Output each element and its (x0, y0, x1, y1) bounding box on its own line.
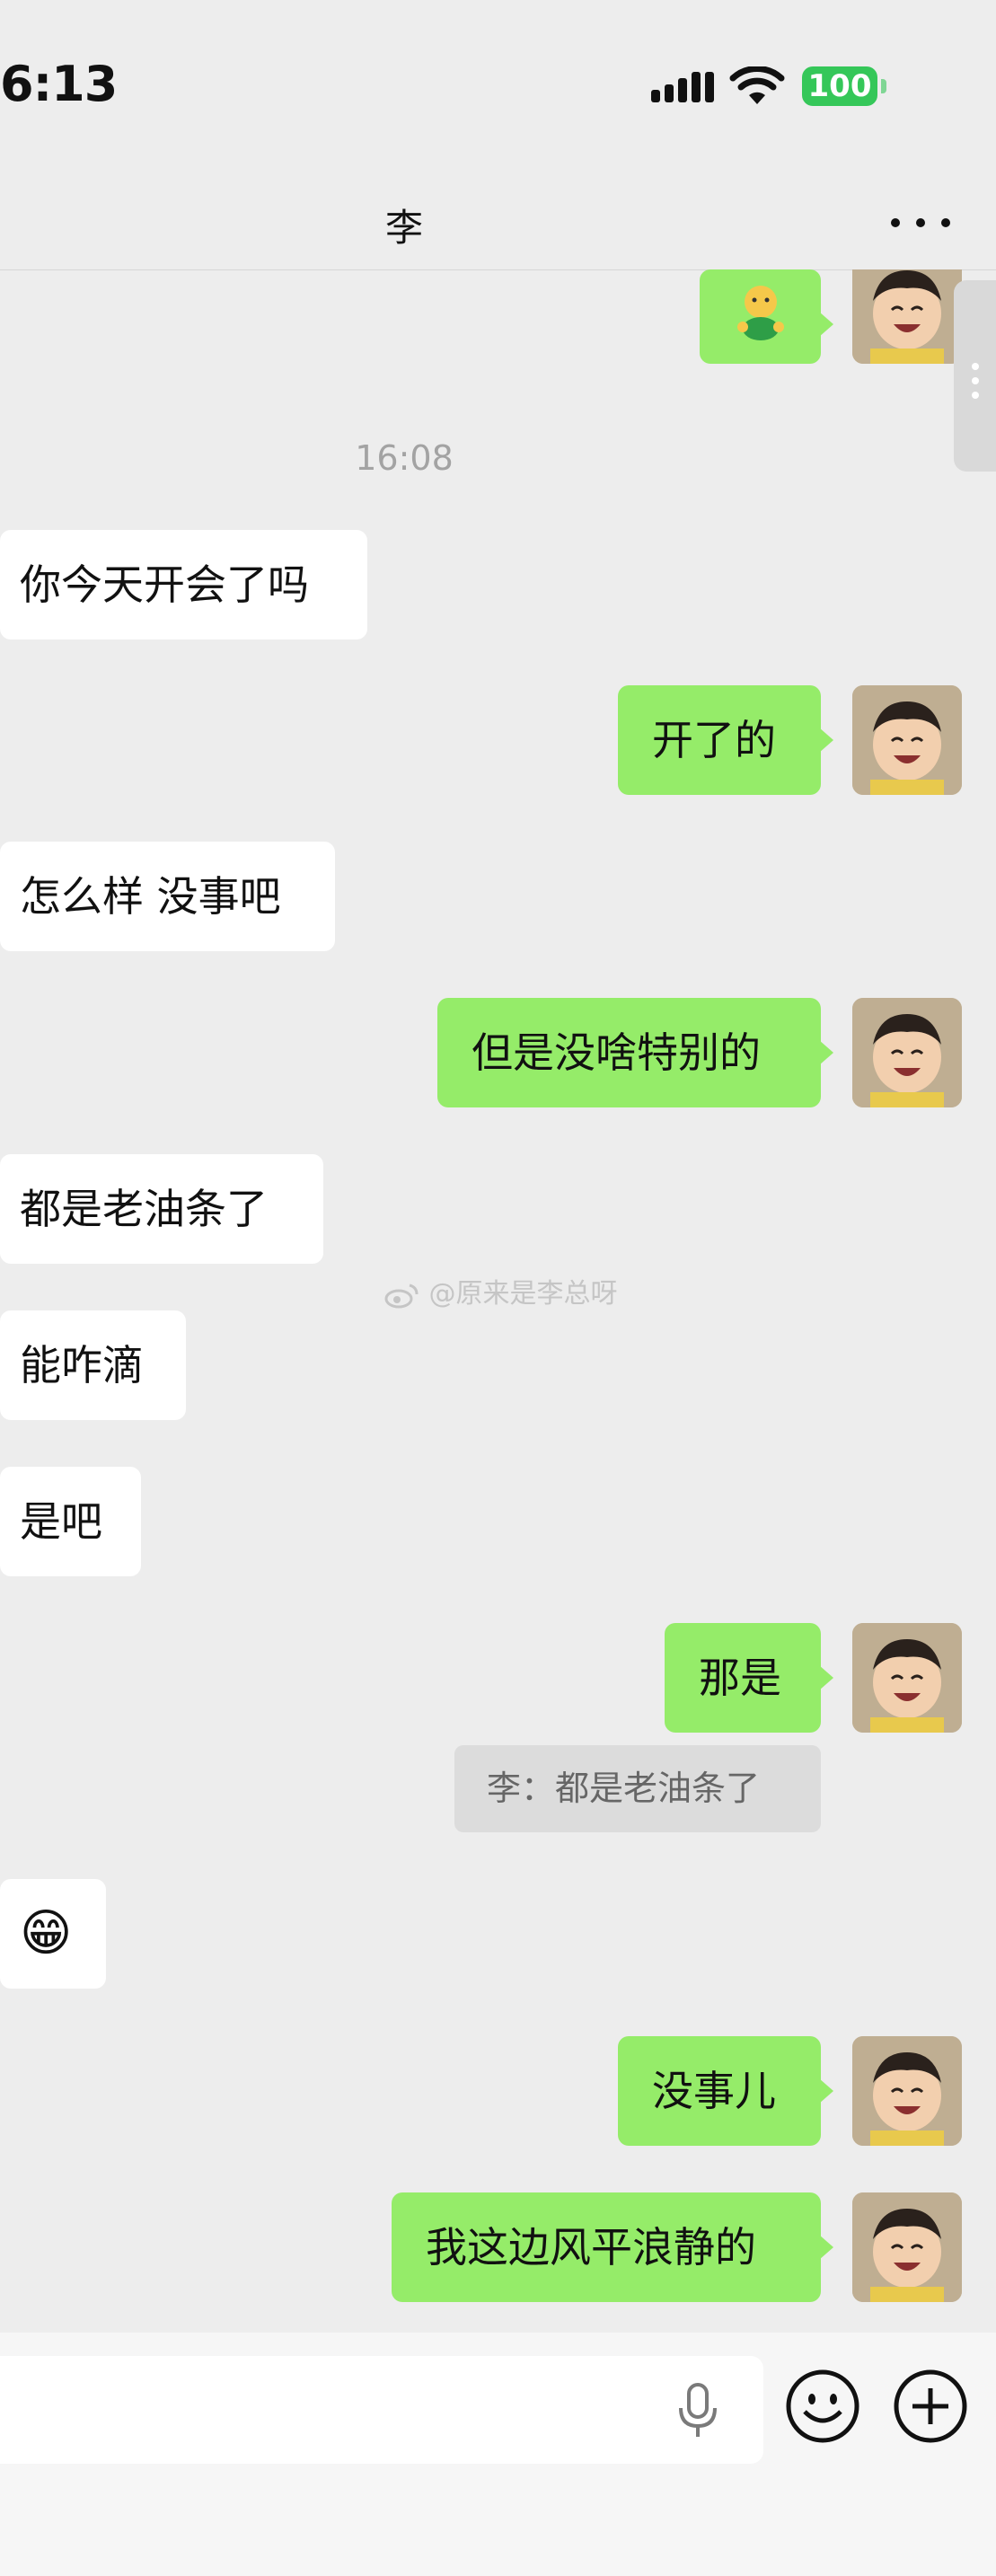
message-input-bar (0, 2333, 996, 2576)
battery-indicator: 100 (802, 66, 877, 106)
child-avatar-icon (852, 1623, 962, 1733)
message-sent[interactable]: 我这边风平浪静的 (392, 2192, 833, 2302)
message-received[interactable]: 你今天开会了吗 (0, 530, 367, 640)
avatar-self[interactable] (852, 2192, 962, 2302)
handle-dot-icon (972, 377, 979, 384)
wifi-icon (729, 66, 785, 104)
watermark: @原来是李总呀 (384, 1271, 618, 1310)
message-sticker-sent[interactable] (700, 269, 833, 364)
child-avatar-icon (852, 685, 962, 795)
avatar-self[interactable] (852, 998, 962, 1107)
chat-title: 李 (384, 206, 423, 250)
avatar-self[interactable] (852, 269, 962, 364)
handle-dot-icon (972, 363, 979, 370)
more-dot-icon (916, 218, 925, 227)
cellular-signal-icon (651, 72, 714, 102)
message-sent[interactable]: 没事儿 (618, 2036, 833, 2146)
message-received[interactable]: 是吧 (0, 1467, 141, 1576)
more-dot-icon (891, 218, 900, 227)
plus-button-icon[interactable] (893, 2369, 968, 2444)
avatar-self[interactable] (852, 685, 962, 795)
battery-tip (881, 79, 886, 93)
handle-dot-icon (972, 392, 979, 399)
message-sent[interactable]: 开了的 (618, 685, 833, 795)
message-received[interactable]: 都是老油条了 (0, 1154, 323, 1264)
more-dot-icon (941, 218, 950, 227)
quoted-message[interactable]: 李：都是老油条了 (454, 1745, 821, 1832)
message-received-emoji[interactable]: 😁 (0, 1879, 106, 1989)
emoji-button-icon[interactable] (785, 2369, 860, 2444)
status-bar: 6:13 100 (0, 0, 996, 171)
scroll-handle[interactable] (954, 280, 996, 472)
emoji-sticker-icon (737, 286, 784, 340)
weibo-logo-icon (384, 1284, 419, 1308)
child-avatar-icon (852, 2192, 962, 2302)
message-received[interactable]: 能咋滴 (0, 1310, 186, 1420)
status-time: 6:13 (0, 56, 118, 112)
child-avatar-icon (852, 2036, 962, 2146)
child-avatar-icon (852, 269, 962, 364)
message-input[interactable] (0, 2356, 763, 2464)
more-options-button[interactable] (889, 205, 952, 241)
watermark-text: @原来是李总呀 (428, 1278, 618, 1310)
message-received[interactable]: 怎么样 没事吧 (0, 842, 335, 951)
message-sent[interactable]: 那是 (665, 1623, 833, 1733)
avatar-self[interactable] (852, 2036, 962, 2146)
message-sent[interactable]: 但是没啥特别的 (437, 998, 833, 1107)
child-avatar-icon (852, 998, 962, 1107)
message-timestamp: 16:08 (355, 438, 454, 478)
chat-header: 李 (0, 171, 996, 270)
microphone-icon[interactable] (675, 2383, 720, 2439)
avatar-self[interactable] (852, 1623, 962, 1733)
